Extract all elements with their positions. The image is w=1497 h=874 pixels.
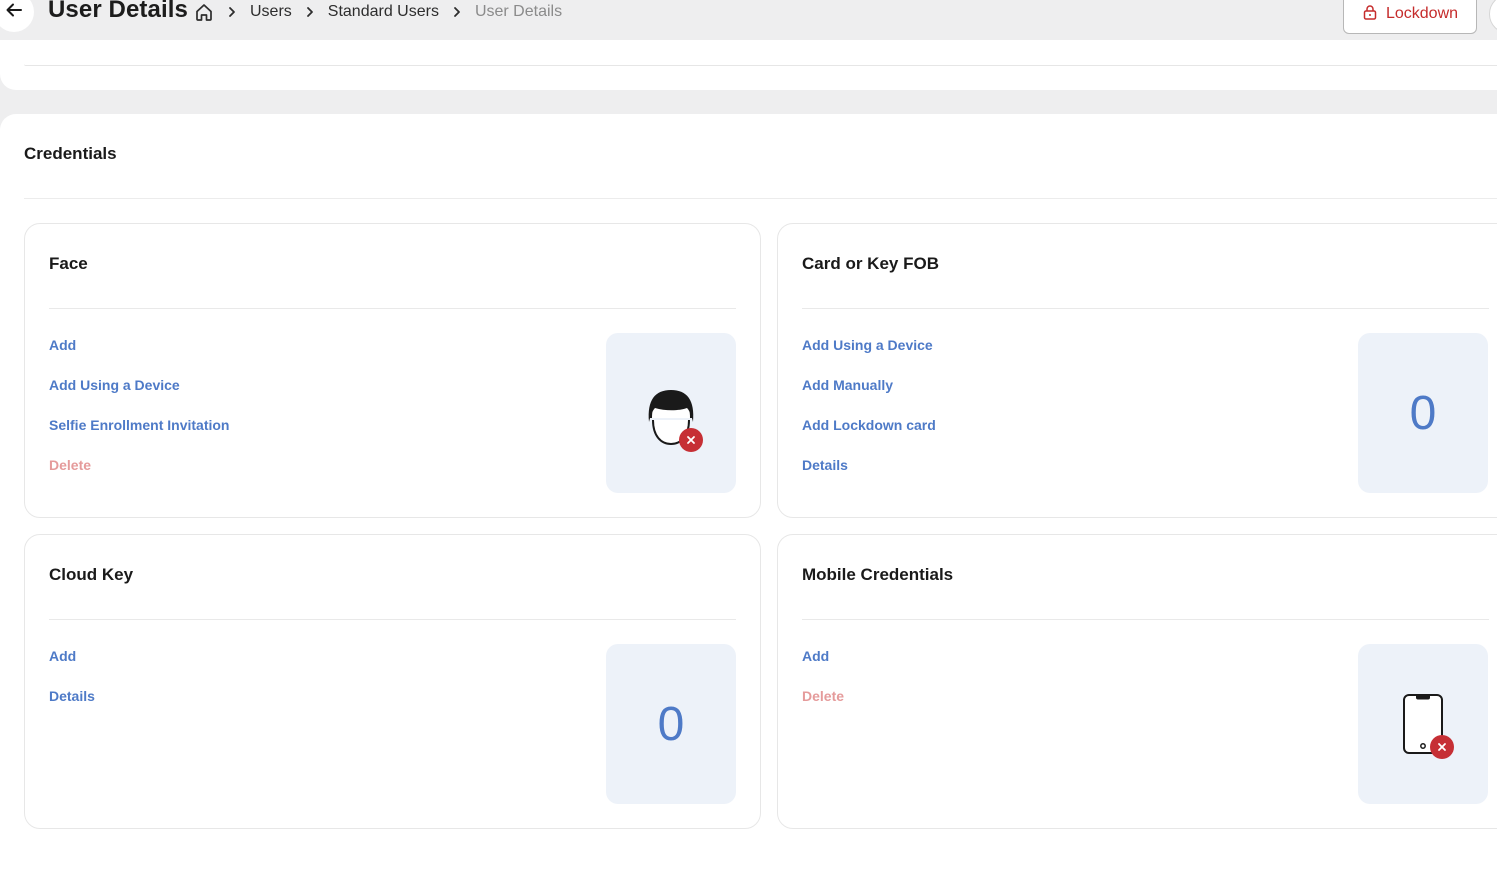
mobile-credentials-card: Mobile Credentials Add Delete — [777, 534, 1497, 829]
cloud-key-card-title: Cloud Key — [49, 565, 134, 584]
chevron-right-icon — [226, 6, 238, 18]
cloud-key-add-link[interactable]: Add — [49, 648, 95, 688]
card-add-lockdown-link[interactable]: Add Lockdown card — [802, 417, 936, 457]
breadcrumb-standard-users[interactable]: Standard Users — [328, 3, 439, 21]
card-fob-card-title: Card or Key FOB — [802, 254, 939, 273]
cloud-key-details-link[interactable]: Details — [49, 688, 95, 728]
card-fob-card: Card or Key FOB Add Using a Device Add M… — [777, 223, 1497, 518]
cloud-key-count-tile: 0 — [606, 644, 736, 804]
face-card-title: Face — [49, 254, 88, 273]
lockdown-label: Lockdown — [1385, 5, 1459, 22]
page-title: User Details — [48, 0, 188, 23]
mobile-actions: Add Delete — [802, 648, 844, 728]
face-add-link[interactable]: Add — [49, 337, 229, 377]
card-add-using-device-link[interactable]: Add Using a Device — [802, 337, 936, 377]
user-info-card — [0, 40, 1497, 90]
face-card: Face Add Add Using a Device Selfie Enrol… — [24, 223, 761, 518]
card-fob-count: 0 — [1409, 386, 1437, 440]
arrow-left-icon — [5, 1, 23, 24]
face-status-tile — [606, 333, 736, 493]
divider — [24, 64, 1497, 66]
breadcrumb-users[interactable]: Users — [250, 3, 292, 21]
card-fob-count-tile: 0 — [1358, 333, 1488, 493]
back-button[interactable] — [0, 0, 34, 32]
card-details-link[interactable]: Details — [802, 457, 936, 497]
divider — [49, 619, 736, 620]
mobile-status-tile — [1358, 644, 1488, 804]
divider — [24, 198, 1497, 199]
divider — [802, 619, 1489, 620]
divider — [802, 308, 1489, 309]
face-selfie-invitation-link[interactable]: Selfie Enrollment Invitation — [49, 417, 229, 457]
face-delete-link[interactable]: Delete — [49, 457, 229, 497]
error-badge-icon — [679, 428, 703, 452]
mobile-delete-link[interactable]: Delete — [802, 688, 844, 728]
mobile-not-enrolled-icon — [1398, 693, 1454, 759]
error-badge-icon — [1430, 735, 1454, 759]
chevron-right-icon — [304, 6, 316, 18]
mobile-card-title: Mobile Credentials — [802, 565, 954, 584]
divider — [49, 308, 736, 309]
face-actions: Add Add Using a Device Selfie Enrollment… — [49, 337, 229, 497]
card-fob-actions: Add Using a Device Add Manually Add Lock… — [802, 337, 936, 497]
card-add-manually-link[interactable]: Add Manually — [802, 377, 936, 417]
cloud-key-actions: Add Details — [49, 648, 95, 728]
breadcrumb: Users Standard Users User Details — [194, 2, 562, 22]
credentials-title: Credentials — [24, 144, 117, 163]
mobile-add-link[interactable]: Add — [802, 648, 844, 688]
cloud-key-card: Cloud Key Add Details 0 — [24, 534, 761, 829]
lockdown-button[interactable]: Lockdown — [1343, 0, 1477, 34]
cloud-key-count: 0 — [657, 697, 685, 751]
face-not-enrolled-icon — [641, 378, 703, 452]
lock-icon — [1362, 4, 1378, 25]
face-add-using-device-link[interactable]: Add Using a Device — [49, 377, 229, 417]
home-icon[interactable] — [194, 2, 214, 22]
chevron-right-icon — [451, 6, 463, 18]
credentials-panel: Credentials Face Add Add Using a Device … — [0, 114, 1497, 874]
breadcrumb-current: User Details — [474, 3, 563, 20]
more-options-button[interactable] — [1489, 0, 1497, 34]
